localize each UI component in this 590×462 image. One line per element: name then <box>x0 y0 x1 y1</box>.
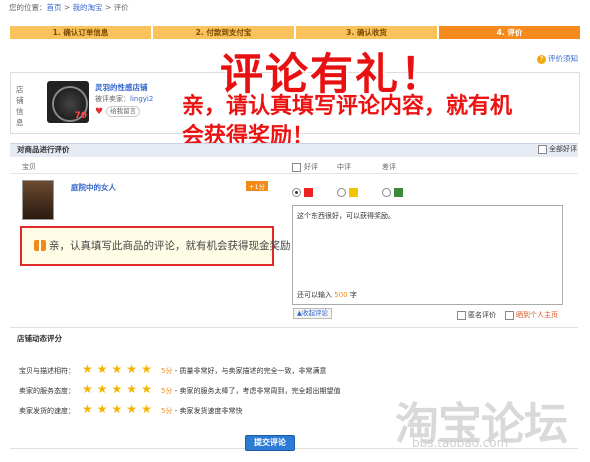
progress-steps: 1. 确认订单信息 2. 付款到支付宝 3. 确认收货 4. 评价 <box>10 26 580 39</box>
rating-section-title: 对商品进行评价 <box>17 145 70 154</box>
dsr-score-desc: - 质量非常好，与卖家描述的完全一致，非常满意 <box>172 367 327 375</box>
neutral-flower-icon <box>349 188 358 197</box>
help-icon: ? <box>537 55 546 64</box>
column-item: 宝贝 <box>22 163 36 171</box>
review-text: 这个东西很好，可以获得奖励。 <box>297 212 395 220</box>
product-name-link[interactable]: 庭院中的女人 <box>71 182 116 193</box>
star-icon[interactable]: ★ <box>126 383 137 395</box>
dsr-score-description: 5分 - 质量非常好，与卖家描述的完全一致，非常满意 <box>161 366 326 376</box>
star-icon[interactable]: ★ <box>141 383 152 395</box>
breadcrumb-sep: > <box>61 3 73 12</box>
reward-callout-label: 亲，认真填写此商品的评论，就有机会获得现金奖励 <box>49 240 291 252</box>
step-confirm-receipt: 3. 确认收货 <box>296 26 437 39</box>
char-count-prefix: 还可以输入 <box>297 291 332 299</box>
shop-actions: ♥ 给我留言 <box>95 106 141 117</box>
star-icon[interactable]: ★ <box>112 383 123 395</box>
step-pay: 2. 付款到支付宝 <box>153 26 294 39</box>
help-label: 评价须知 <box>548 54 578 63</box>
star-icon[interactable]: ★ <box>82 403 93 415</box>
heart-icon[interactable]: ♥ <box>95 107 103 117</box>
rating-good-option[interactable] <box>292 188 313 197</box>
collapse-review-button[interactable]: ▲收起评论 <box>293 308 332 319</box>
seller-label: 被评卖家： <box>95 95 130 103</box>
star-icon[interactable]: ★ <box>112 403 123 415</box>
breadcrumb-prefix: 您的位置： <box>9 3 47 12</box>
dsr-score-desc: - 卖家发货速度非常快 <box>172 407 243 415</box>
rating-section-header <box>10 143 578 157</box>
breadcrumb-current: 评价 <box>113 3 129 12</box>
star-icon[interactable]: ★ <box>141 403 152 415</box>
char-count-suffix: 字 <box>349 291 357 299</box>
reward-callout-text: 亲，认真填写此商品的评论，就有机会获得现金奖励 <box>34 238 291 253</box>
dsr-label-shipping: 卖家发货的速度： <box>19 407 75 415</box>
dsr-score-shipping: 5分 - 卖家发货速度非常快 <box>161 406 242 416</box>
step-review: 4. 评价 <box>439 26 580 39</box>
column-good: 好评 <box>292 162 318 172</box>
column-good-checkbox[interactable] <box>292 162 301 172</box>
star-icon[interactable]: ★ <box>112 363 123 375</box>
anonymous-label: 匿名评价 <box>468 311 496 319</box>
star-icon[interactable]: ★ <box>126 403 137 415</box>
star-icon[interactable]: ★ <box>97 403 108 415</box>
share-homepage-checkbox[interactable] <box>505 310 514 320</box>
shop-avatar-number: 70 <box>74 111 87 121</box>
rating-neutral-option[interactable] <box>337 188 358 197</box>
anonymous-checkbox[interactable] <box>457 310 466 320</box>
dsr-stars-description[interactable]: ★ ★ ★ ★ ★ <box>82 363 152 375</box>
dsr-stars-shipping[interactable]: ★ ★ ★ ★ ★ <box>82 403 152 415</box>
share-homepage-label: 晒到个人主页 <box>516 311 558 319</box>
column-bad: 差评 <box>382 163 396 171</box>
dsr-score-desc: - 卖家的服务太棒了，考虑非常周到，完全超出期望值 <box>172 387 341 395</box>
neutral-radio[interactable] <box>337 188 346 197</box>
dsr-label-description: 宝贝与描述相符： <box>19 367 75 375</box>
column-neutral: 中评 <box>337 163 351 171</box>
all-good-label: 全部好评 <box>549 145 577 153</box>
dsr-score-value: 5分 <box>161 407 173 415</box>
dsr-score-value: 5分 <box>161 367 173 375</box>
share-homepage-toggle[interactable]: 晒到个人主页 <box>505 310 558 320</box>
bad-radio[interactable] <box>382 188 391 197</box>
dsr-stars-service[interactable]: ★ ★ ★ ★ ★ <box>82 383 152 395</box>
star-icon[interactable]: ★ <box>97 363 108 375</box>
gift-icon <box>34 240 46 251</box>
review-help-link[interactable]: ? 评价须知 <box>537 53 578 64</box>
shop-avatar[interactable]: 70 <box>47 81 89 123</box>
star-icon[interactable]: ★ <box>141 363 152 375</box>
star-icon[interactable]: ★ <box>126 363 137 375</box>
shop-info-label: 店铺信息 <box>16 85 24 127</box>
seller-name-link[interactable]: lingyi2 <box>130 95 153 103</box>
rating-bad-option[interactable] <box>382 188 403 197</box>
anonymous-toggle[interactable]: 匿名评价 <box>457 310 496 320</box>
bad-flower-icon <box>394 188 403 197</box>
all-good-checkbox[interactable] <box>538 144 547 154</box>
star-icon[interactable]: ★ <box>82 383 93 395</box>
dsr-score-value: 5分 <box>161 387 173 395</box>
char-count-value: 500 <box>334 291 348 299</box>
star-icon[interactable]: ★ <box>82 363 93 375</box>
good-radio[interactable] <box>292 188 301 197</box>
star-icon[interactable]: ★ <box>97 383 108 395</box>
breadcrumb: 您的位置：首页 > 我的淘宝 > 评价 <box>9 2 129 13</box>
seller-line: 被评卖家：lingyi2 <box>95 94 153 104</box>
collapse-label: 收起评论 <box>302 309 328 317</box>
good-flower-icon <box>304 188 313 197</box>
watermark-url: bbs.taobao.com <box>412 436 509 450</box>
message-seller-button[interactable]: 给我留言 <box>106 106 141 117</box>
shop-name-link[interactable]: 灵羽的性感店铺 <box>95 82 148 93</box>
dsr-label-service: 卖家的服务态度： <box>19 387 75 395</box>
points-badge: +1分 <box>246 181 269 191</box>
all-good-toggle[interactable]: 全部好评 <box>538 144 577 154</box>
breadcrumb-mytaobao-link[interactable]: 我的淘宝 <box>73 3 103 12</box>
divider <box>10 173 578 174</box>
breadcrumb-home-link[interactable]: 首页 <box>47 3 62 12</box>
breadcrumb-sep: > <box>102 3 114 12</box>
step-confirm-order: 1. 确认订单信息 <box>10 26 151 39</box>
product-thumbnail[interactable] <box>22 180 54 220</box>
dsr-score-service: 5分 - 卖家的服务太棒了，考虑非常周到，完全超出期望值 <box>161 386 340 396</box>
dsr-title: 店铺动态评分 <box>17 334 62 343</box>
submit-review-button[interactable]: 提交评论 <box>245 435 295 451</box>
column-good-label: 好评 <box>304 163 318 171</box>
char-count: 还可以输入 500 字 <box>297 290 357 300</box>
